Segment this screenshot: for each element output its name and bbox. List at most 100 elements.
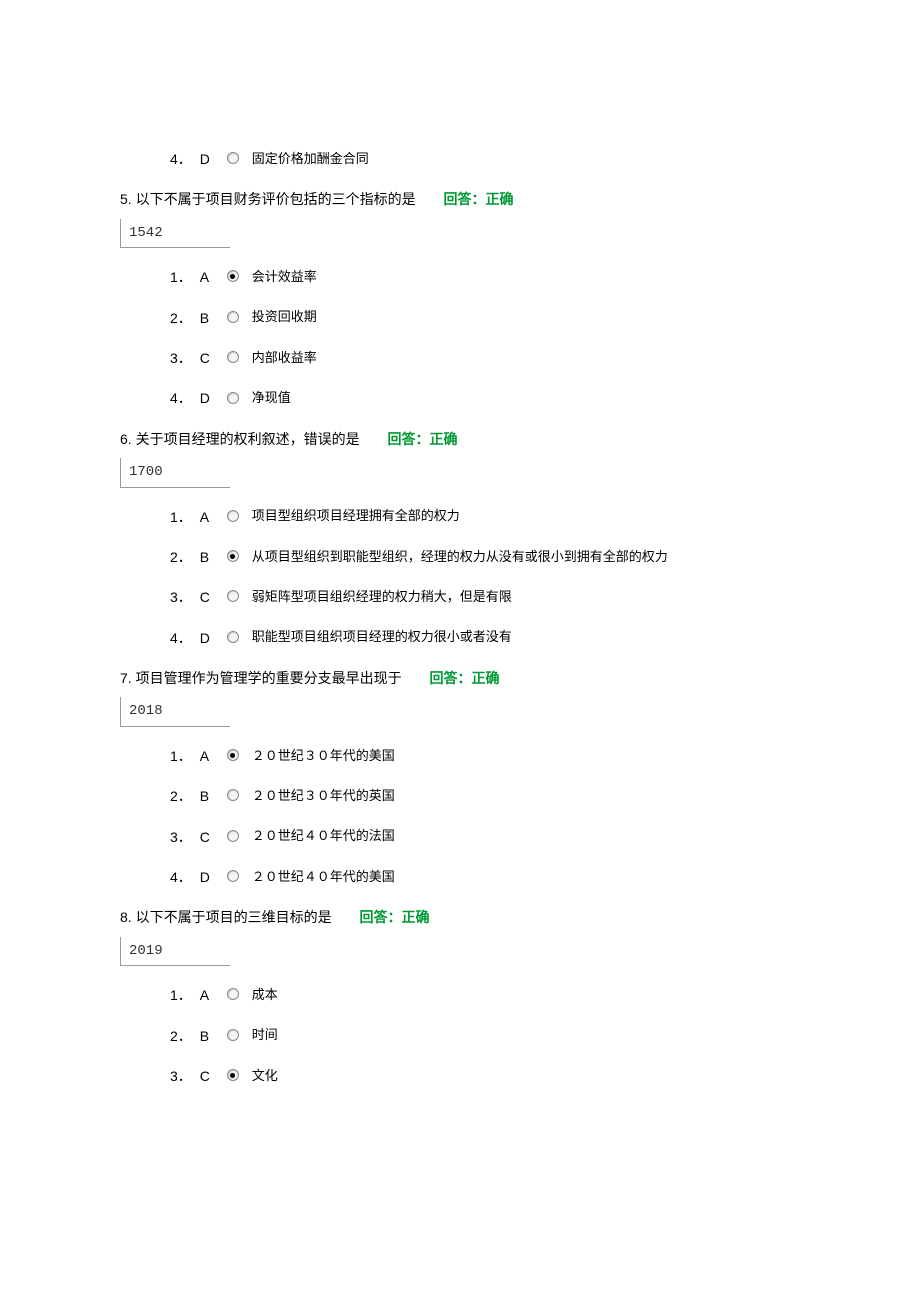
option-row: 2． B 时间: [170, 1025, 800, 1047]
option-text: 时间: [252, 1025, 278, 1046]
option-row: 1． A 成本: [170, 984, 800, 1006]
question-text: 项目管理作为管理学的重要分支最早出现于: [136, 670, 402, 686]
option-text: 项目型组织项目经理拥有全部的权力: [252, 506, 460, 527]
option-index: 4．: [170, 387, 192, 409]
answer-status: 回答：正确: [443, 191, 513, 207]
code-box: 1700: [120, 458, 230, 487]
question-number: 8.: [120, 909, 132, 925]
question-number: 5.: [120, 191, 132, 207]
radio-button[interactable]: [226, 788, 240, 802]
radio-button[interactable]: [226, 589, 240, 603]
question-text: 关于项目经理的权利叙述，错误的是: [136, 431, 360, 447]
option-letter: D: [200, 866, 218, 888]
question-6: 6. 关于项目经理的权利叙述，错误的是 回答：正确 1700 1． A 项目型组…: [120, 428, 800, 649]
code-box: 2019: [120, 937, 230, 966]
option-row: 4． D ２０世纪４０年代的美国: [170, 866, 800, 888]
option-letter: B: [200, 785, 218, 807]
option-text: ２０世纪４０年代的美国: [252, 867, 395, 888]
radio-button[interactable]: [226, 630, 240, 644]
radio-button[interactable]: [226, 987, 240, 1001]
option-text: 职能型项目组织项目经理的权力很小或者没有: [252, 627, 512, 648]
option-text: 投资回收期: [252, 307, 317, 328]
option-text: 内部收益率: [252, 348, 317, 369]
option-index: 2．: [170, 1025, 192, 1047]
option-letter: C: [200, 586, 218, 608]
question-text: 以下不属于项目财务评价包括的三个指标的是: [136, 191, 416, 207]
radio-button[interactable]: [226, 269, 240, 283]
option-letter: C: [200, 1065, 218, 1087]
option-text: 文化: [252, 1066, 278, 1087]
answer-status: 回答：正确: [359, 909, 429, 925]
option-letter: C: [200, 826, 218, 848]
answer-status: 回答：正确: [429, 670, 499, 686]
option-index: 3．: [170, 826, 192, 848]
question-text: 以下不属于项目的三维目标的是: [136, 909, 332, 925]
option-letter: D: [200, 627, 218, 649]
question-title: 5. 以下不属于项目财务评价包括的三个指标的是 回答：正确: [120, 188, 800, 210]
question-title: 8. 以下不属于项目的三维目标的是 回答：正确: [120, 906, 800, 928]
option-row: 2． B 从项目型组织到职能型组织，经理的权力从没有或很小到拥有全部的权力: [170, 546, 800, 568]
code-box: 1542: [120, 219, 230, 248]
code-box: 2018: [120, 697, 230, 726]
option-index: 1．: [170, 266, 192, 288]
option-index: 2．: [170, 785, 192, 807]
option-row: 3． C 文化: [170, 1065, 800, 1087]
radio-button[interactable]: [226, 549, 240, 563]
option-letter: B: [200, 1025, 218, 1047]
radio-button[interactable]: [226, 310, 240, 324]
option-letter: A: [200, 984, 218, 1006]
option-index: 4．: [170, 148, 192, 170]
option-index: 1．: [170, 984, 192, 1006]
option-row: 1． A 会计效益率: [170, 266, 800, 288]
radio-button[interactable]: [226, 391, 240, 405]
option-row: 3． C ２０世纪４０年代的法国: [170, 826, 800, 848]
option-text: 会计效益率: [252, 267, 317, 288]
question-8: 8. 以下不属于项目的三维目标的是 回答：正确 2019 1． A 成本 2． …: [120, 906, 800, 1087]
option-row: 1． A 项目型组织项目经理拥有全部的权力: [170, 506, 800, 528]
radio-button[interactable]: [226, 869, 240, 883]
option-index: 3．: [170, 1065, 192, 1087]
option-text: 固定价格加酬金合同: [252, 149, 369, 170]
option-index: 1．: [170, 745, 192, 767]
option-index: 1．: [170, 506, 192, 528]
option-text: ２０世纪４０年代的法国: [252, 826, 395, 847]
option-index: 2．: [170, 546, 192, 568]
option-row: 3． C 内部收益率: [170, 347, 800, 369]
option-letter: B: [200, 307, 218, 329]
option-letter: A: [200, 745, 218, 767]
radio-button[interactable]: [226, 350, 240, 364]
option-index: 3．: [170, 347, 192, 369]
option-row: 2． B 投资回收期: [170, 307, 800, 329]
question-7: 7. 项目管理作为管理学的重要分支最早出现于 回答：正确 2018 1． A ２…: [120, 667, 800, 888]
option-row: 4． D 净现值: [170, 387, 800, 409]
option-text: ２０世纪３０年代的英国: [252, 786, 395, 807]
option-letter: D: [200, 148, 218, 170]
option-text: 净现值: [252, 388, 291, 409]
question-title: 6. 关于项目经理的权利叙述，错误的是 回答：正确: [120, 428, 800, 450]
question-number: 7.: [120, 670, 132, 686]
option-row: 4． D 职能型项目组织项目经理的权力很小或者没有: [170, 627, 800, 649]
radio-button[interactable]: [226, 151, 240, 165]
radio-button[interactable]: [226, 1068, 240, 1082]
question-title: 7. 项目管理作为管理学的重要分支最早出现于 回答：正确: [120, 667, 800, 689]
option-letter: C: [200, 347, 218, 369]
option-index: 3．: [170, 586, 192, 608]
option-row: 3． C 弱矩阵型项目组织经理的权力稍大，但是有限: [170, 586, 800, 608]
option-row: 4． D 固定价格加酬金合同: [170, 148, 800, 170]
radio-button[interactable]: [226, 1028, 240, 1042]
option-row: 2． B ２０世纪３０年代的英国: [170, 785, 800, 807]
question-4-partial: 4． D 固定价格加酬金合同: [120, 148, 800, 170]
option-text: 成本: [252, 985, 278, 1006]
question-5: 5. 以下不属于项目财务评价包括的三个指标的是 回答：正确 1542 1． A …: [120, 188, 800, 409]
option-letter: D: [200, 387, 218, 409]
radio-button[interactable]: [226, 829, 240, 843]
option-index: 4．: [170, 627, 192, 649]
radio-button[interactable]: [226, 748, 240, 762]
question-number: 6.: [120, 431, 132, 447]
option-index: 4．: [170, 866, 192, 888]
radio-button[interactable]: [226, 509, 240, 523]
option-letter: B: [200, 546, 218, 568]
option-text: 从项目型组织到职能型组织，经理的权力从没有或很小到拥有全部的权力: [252, 547, 668, 568]
option-letter: A: [200, 506, 218, 528]
answer-status: 回答：正确: [387, 431, 457, 447]
